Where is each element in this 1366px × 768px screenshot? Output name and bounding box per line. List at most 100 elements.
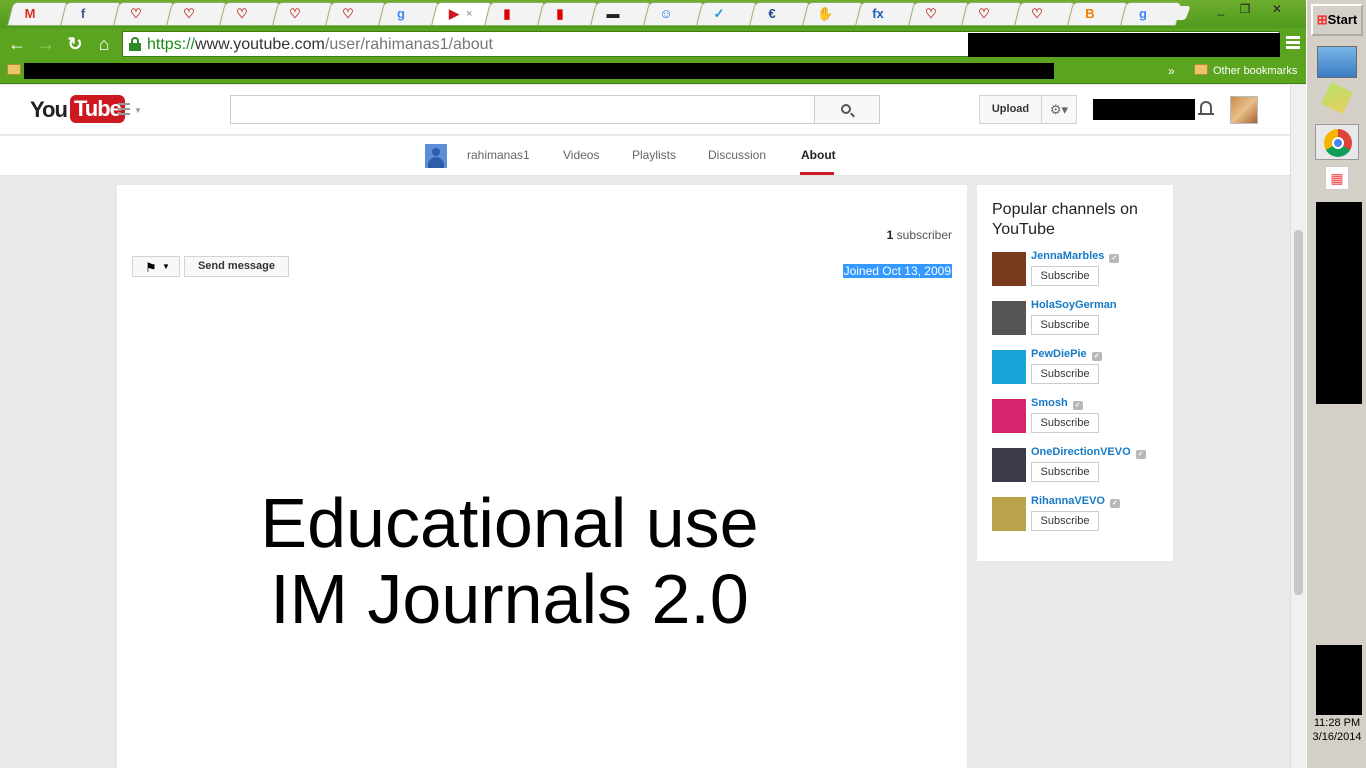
channel-avatar-icon[interactable] [425, 144, 447, 168]
forward-icon[interactable]: → [35, 33, 57, 55]
folder-icon [1194, 64, 1208, 75]
other-bookmarks[interactable]: Other bookmarks [1213, 65, 1297, 77]
url-text: https://www.youtube.com/user/rahimanas1/… [147, 36, 493, 53]
heart-icon: ♡ [342, 6, 354, 21]
chrome-icon [1324, 129, 1352, 157]
facebook-icon: f [80, 6, 86, 21]
bookmarks-bar: » Other bookmarks [0, 60, 1306, 84]
heart-icon: ♡ [925, 6, 937, 21]
close-tab-icon[interactable]: × [466, 8, 472, 20]
flag-button[interactable]: ⚑ ▼ [132, 256, 180, 277]
browser-toolbar: ← → ↻ ⌂ https://www.youtube.com/user/rah… [0, 28, 1306, 60]
start-button[interactable]: ⊞Start [1311, 4, 1363, 36]
search-input[interactable] [230, 95, 815, 124]
logo-tube: Tube [70, 95, 125, 123]
redacted-block [1316, 202, 1362, 404]
channel-thumbnail[interactable] [992, 399, 1026, 433]
channel-name-link[interactable]: JennaMarbles ✓ [1031, 250, 1120, 263]
channel-description: Educational use IM Journals 2.0 [117, 485, 902, 637]
maximize-icon[interactable]: ❐ [1236, 2, 1254, 16]
heart-icon: ♡ [236, 6, 248, 21]
explorer-icon[interactable] [1317, 46, 1357, 78]
popular-channel-item: OneDirectionVEVO ✓ Subscribe [992, 446, 1162, 488]
channel-thumbnail[interactable] [992, 252, 1026, 286]
page-scrollbar[interactable] [1290, 85, 1306, 768]
channel-name-link[interactable]: HolaSoyGerman [1031, 299, 1117, 311]
channel-name-link[interactable]: OneDirectionVEVO ✓ [1031, 446, 1146, 459]
new-tab-button[interactable] [1157, 6, 1191, 20]
heart-icon: ♡ [130, 6, 142, 21]
minimize-icon[interactable]: _ [1212, 2, 1230, 16]
menu-icon[interactable] [1286, 36, 1300, 50]
redacted-block [968, 33, 1280, 57]
scrollbar-thumb[interactable] [1294, 230, 1303, 595]
tab-videos[interactable]: Videos [563, 148, 599, 162]
youtube-masthead: You Tube ▼ Upload ⚙▾ [0, 85, 1290, 135]
subscribe-button[interactable]: Subscribe [1031, 266, 1099, 286]
channel-thumbnail[interactable] [992, 497, 1026, 531]
tab-strip: Mf ♡ ♡ ♡ ♡ ♡ g ▶ × ▮ ▮ ▬ ☺ ✓ € ✋ fx ♡ ♡ ♡ Bg _ ❐ ✕ [0, 0, 1306, 28]
fixya-icon: fx [872, 6, 884, 21]
channel-name-link[interactable]: PewDiePie ✓ [1031, 348, 1102, 361]
subscribe-button[interactable]: Subscribe [1031, 462, 1099, 482]
folder-icon[interactable] [7, 64, 21, 75]
heart-icon: ♡ [1031, 6, 1043, 21]
verified-icon: ✓ [1072, 401, 1083, 410]
home-icon[interactable]: ⌂ [93, 33, 115, 55]
redacted-block [1316, 645, 1362, 715]
about-panel: 1 subscriber ⚑ ▼ Send message Joined Oct … [117, 185, 967, 768]
channel-thumbnail[interactable] [992, 301, 1026, 335]
heart-icon: ♡ [289, 6, 301, 21]
system-clock[interactable]: 11:28 PM 3/16/2014 [1307, 716, 1366, 744]
subscribe-button[interactable]: Subscribe [1031, 511, 1099, 531]
avatar[interactable] [1230, 96, 1258, 124]
subscribe-button[interactable]: Subscribe [1031, 413, 1099, 433]
clock-time: 11:28 PM [1313, 717, 1361, 729]
smiley-icon: ☺ [659, 6, 673, 21]
popular-channels-heading: Popular channels on YouTube [992, 201, 1138, 238]
youtube-icon: ▶ [449, 6, 459, 21]
tab-playlists[interactable]: Playlists [632, 148, 676, 162]
popular-channel-item: RihannaVEVO ✓ Subscribe [992, 495, 1162, 537]
fan-icon: ▬ [606, 6, 620, 21]
battery-icon: ▮ [556, 6, 564, 21]
battery-icon: ▮ [503, 6, 511, 21]
close-icon[interactable]: ✕ [1268, 2, 1286, 16]
verified-icon: ✓ [1135, 450, 1146, 459]
guide-menu-icon[interactable]: ▼ [118, 103, 142, 117]
channel-thumbnail[interactable] [992, 448, 1026, 482]
address-bar[interactable]: https://www.youtube.com/user/rahimanas1/… [122, 31, 1280, 57]
popular-channels-panel: Popular channels on YouTube JennaMarbles… [977, 185, 1173, 561]
search-button[interactable] [814, 95, 880, 124]
logo-you: You [30, 97, 68, 122]
channel-nav: rahimanas1 Videos Playlists Discussion A… [0, 136, 1290, 176]
channel-name-link[interactable]: Smosh ✓ [1031, 397, 1083, 410]
active-tab-indicator [800, 172, 834, 175]
redacted-block [24, 63, 1054, 79]
upload-button[interactable]: Upload [979, 95, 1042, 124]
subscribe-button[interactable]: Subscribe [1031, 364, 1099, 384]
apps-grid-icon[interactable]: ▦ [1325, 166, 1349, 190]
bookmarks-overflow-chevron[interactable]: » [1168, 64, 1175, 78]
flag-icon: ⚑ [145, 260, 157, 275]
sticky-notes-icon[interactable] [1321, 82, 1353, 114]
subscribe-button[interactable]: Subscribe [1031, 315, 1099, 335]
channel-name-link[interactable]: rahimanas1 [467, 148, 530, 162]
heart-icon: ♡ [978, 6, 990, 21]
settings-button[interactable]: ⚙▾ [1041, 95, 1077, 124]
subscriber-count: 1 subscriber [886, 228, 952, 242]
google-icon: g [397, 6, 405, 21]
channel-thumbnail[interactable] [992, 350, 1026, 384]
reload-icon[interactable]: ↻ [64, 33, 86, 55]
notification-bell-icon[interactable] [1198, 100, 1214, 118]
channel-name-link[interactable]: RihannaVEVO ✓ [1031, 495, 1120, 508]
e-icon: € [768, 6, 776, 21]
tab-discussion[interactable]: Discussion [708, 148, 766, 162]
browser-window: Mf ♡ ♡ ♡ ♡ ♡ g ▶ × ▮ ▮ ▬ ☺ ✓ € ✋ fx ♡ ♡ ♡ Bg _ ❐ ✕ ← → ↻ ⌂ http… [0, 0, 1306, 768]
heart-icon: ♡ [183, 6, 195, 21]
chrome-taskbar-button[interactable] [1315, 124, 1359, 160]
joined-date: Joined Oct 13, 2009 [842, 264, 952, 278]
send-message-button[interactable]: Send message [184, 256, 289, 277]
back-icon[interactable]: ← [6, 33, 28, 55]
tab-about[interactable]: About [801, 148, 836, 162]
